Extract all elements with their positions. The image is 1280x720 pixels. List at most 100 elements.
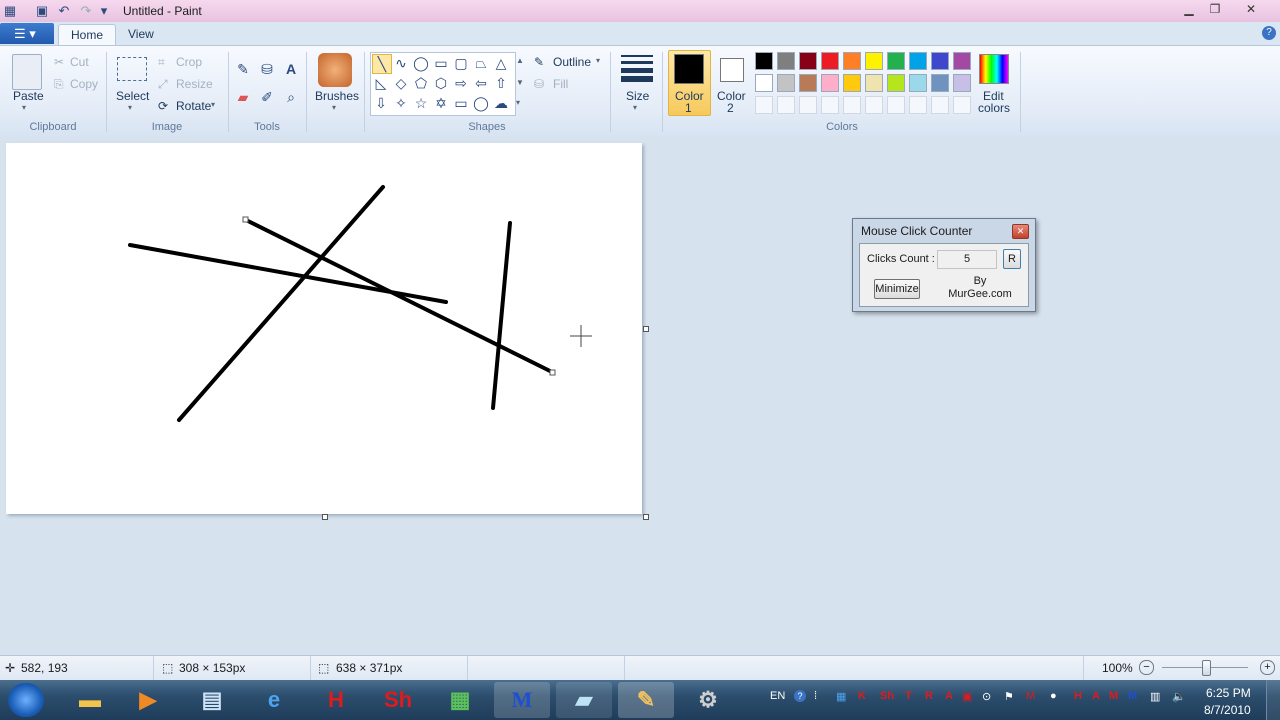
pentagon-shape-icon[interactable]: ⬠ (412, 74, 430, 92)
size-icon[interactable] (621, 55, 653, 82)
reset-button[interactable]: R (1003, 249, 1021, 269)
color-swatch[interactable] (953, 52, 971, 70)
paint-app-icon[interactable]: ▦ (2, 3, 18, 19)
folder-taskbar-icon[interactable]: ▤ (184, 682, 240, 718)
custom-color-slot[interactable] (931, 96, 949, 114)
color-swatch[interactable] (865, 52, 883, 70)
language-indicator[interactable]: EN (770, 690, 785, 702)
m-app-taskbar-icon[interactable]: M (494, 682, 550, 718)
fill-bucket-icon[interactable]: ⛁ (258, 60, 276, 78)
network-icon[interactable]: ▥ (1150, 690, 1160, 703)
hexagon-shape-icon[interactable]: ⬡ (432, 74, 450, 92)
custom-color-slot[interactable] (777, 96, 795, 114)
color-swatch[interactable] (843, 52, 861, 70)
undo-icon[interactable]: ↶ (56, 3, 72, 19)
tray-icon[interactable]: R (925, 690, 933, 702)
shapes-expand-icon[interactable]: ▾ (516, 98, 520, 107)
line-shape-icon[interactable]: ╲ (372, 54, 392, 74)
pencil-icon[interactable]: ✎ (234, 60, 252, 78)
minimize-button[interactable]: Minimize (874, 279, 920, 299)
rect-callout-shape-icon[interactable]: ▭ (452, 94, 470, 112)
tab-home[interactable]: Home (58, 24, 117, 46)
text-tool-icon[interactable]: A (282, 60, 300, 78)
color-swatch[interactable] (931, 52, 949, 70)
cloud-callout-shape-icon[interactable]: ☁ (492, 94, 510, 112)
color-swatch[interactable] (843, 74, 861, 92)
brushes-button[interactable]: Brushes (315, 89, 359, 103)
five-point-star-shape-icon[interactable]: ☆ (412, 94, 430, 112)
eraser-icon[interactable]: ▰ (234, 88, 252, 106)
canvas-resize-handle-right[interactable] (643, 326, 649, 332)
four-point-star-shape-icon[interactable]: ✧ (392, 94, 410, 112)
paint-taskbar-icon[interactable]: ✎ (618, 682, 674, 718)
help-tray-icon[interactable]: ? (794, 690, 806, 702)
sh-app-taskbar-icon[interactable]: Sh (370, 682, 426, 718)
app-taskbar-icon[interactable]: ▰ (556, 682, 612, 718)
help-icon[interactable]: ? (1262, 26, 1276, 40)
line-endpoint-handle[interactable] (242, 216, 249, 223)
magnifier-icon[interactable]: ⌕ (282, 88, 300, 106)
paint-menu-button[interactable]: ☰ ▾ (0, 23, 54, 44)
brushes-dropdown-icon[interactable]: ▾ (332, 103, 336, 112)
clock-time[interactable]: 6:25 PM (1206, 686, 1251, 700)
paste-dropdown-icon[interactable]: ▾ (22, 103, 26, 112)
polygon-shape-icon[interactable]: ⏢ (472, 54, 490, 72)
zoom-slider-thumb[interactable] (1202, 660, 1211, 676)
triangle-shape-icon[interactable]: △ (492, 54, 510, 72)
size-dropdown-icon[interactable]: ▾ (633, 103, 637, 112)
internet-explorer-taskbar-icon[interactable]: e (246, 682, 302, 718)
tray-icon[interactable]: ● (1050, 690, 1057, 702)
rotate-dropdown-icon[interactable]: ▾ (211, 100, 215, 109)
paste-icon[interactable] (12, 54, 42, 90)
tray-icon[interactable]: A (945, 690, 953, 702)
color-swatch[interactable] (865, 74, 883, 92)
show-desktop-button[interactable] (1266, 680, 1280, 720)
color-swatch[interactable] (909, 74, 927, 92)
color-swatch[interactable] (821, 52, 839, 70)
color-picker-icon[interactable]: ✐ (258, 88, 276, 106)
oval-shape-icon[interactable]: ◯ (412, 54, 430, 72)
edit-colors-label-2[interactable]: colors (978, 101, 1010, 115)
custom-color-slot[interactable] (865, 96, 883, 114)
color-swatch[interactable] (799, 74, 817, 92)
tray-icon[interactable]: M (1026, 690, 1035, 702)
color-swatch[interactable] (887, 52, 905, 70)
six-point-star-shape-icon[interactable]: ✡ (432, 94, 450, 112)
color-swatch[interactable] (909, 52, 927, 70)
dialog-close-button[interactable]: ✕ (1012, 224, 1029, 239)
tray-icon[interactable]: M (1128, 690, 1137, 702)
tray-icon[interactable]: M (1109, 690, 1118, 702)
custom-color-slot[interactable] (953, 96, 971, 114)
tray-icon[interactable]: H (1074, 690, 1082, 702)
color-swatch[interactable] (755, 52, 773, 70)
rotate-icon[interactable]: ⟳ (158, 99, 168, 113)
color-swatch[interactable] (821, 74, 839, 92)
select-button[interactable]: Select (116, 89, 149, 103)
down-arrow-shape-icon[interactable]: ⇩ (372, 94, 390, 112)
custom-color-slot[interactable] (799, 96, 817, 114)
select-dropdown-icon[interactable]: ▾ (128, 103, 132, 112)
shapes-scroll-up-icon[interactable]: ▲ (516, 56, 524, 65)
outline-button[interactable]: Outline (553, 55, 591, 69)
rounded-rectangle-shape-icon[interactable]: ▢ (452, 54, 470, 72)
outline-dropdown-icon[interactable]: ▾ (596, 56, 600, 65)
rotate-button[interactable]: Rotate (176, 99, 211, 113)
h-app-taskbar-icon[interactable]: H (308, 682, 364, 718)
close-window-button[interactable]: ✕ (1242, 2, 1260, 17)
custom-color-slot[interactable] (909, 96, 927, 114)
tab-view[interactable]: View (116, 24, 166, 45)
rectangle-shape-icon[interactable]: ▭ (432, 54, 450, 72)
color-swatch[interactable] (777, 74, 795, 92)
custom-color-slot[interactable] (821, 96, 839, 114)
start-button-icon[interactable] (8, 683, 44, 717)
outline-icon[interactable]: ✎ (534, 55, 544, 69)
tray-icon[interactable]: K (858, 690, 866, 702)
zoom-out-button[interactable]: − (1139, 660, 1154, 675)
size-button[interactable]: Size (626, 89, 649, 103)
tray-icon[interactable]: ⊙ (982, 690, 991, 703)
edit-colors-icon[interactable] (979, 54, 1009, 84)
custom-color-slot[interactable] (843, 96, 861, 114)
tray-icon[interactable]: ▦ (836, 690, 846, 703)
app-taskbar-icon[interactable]: ▦ (432, 682, 488, 718)
curve-shape-icon[interactable]: ∿ (392, 54, 410, 72)
